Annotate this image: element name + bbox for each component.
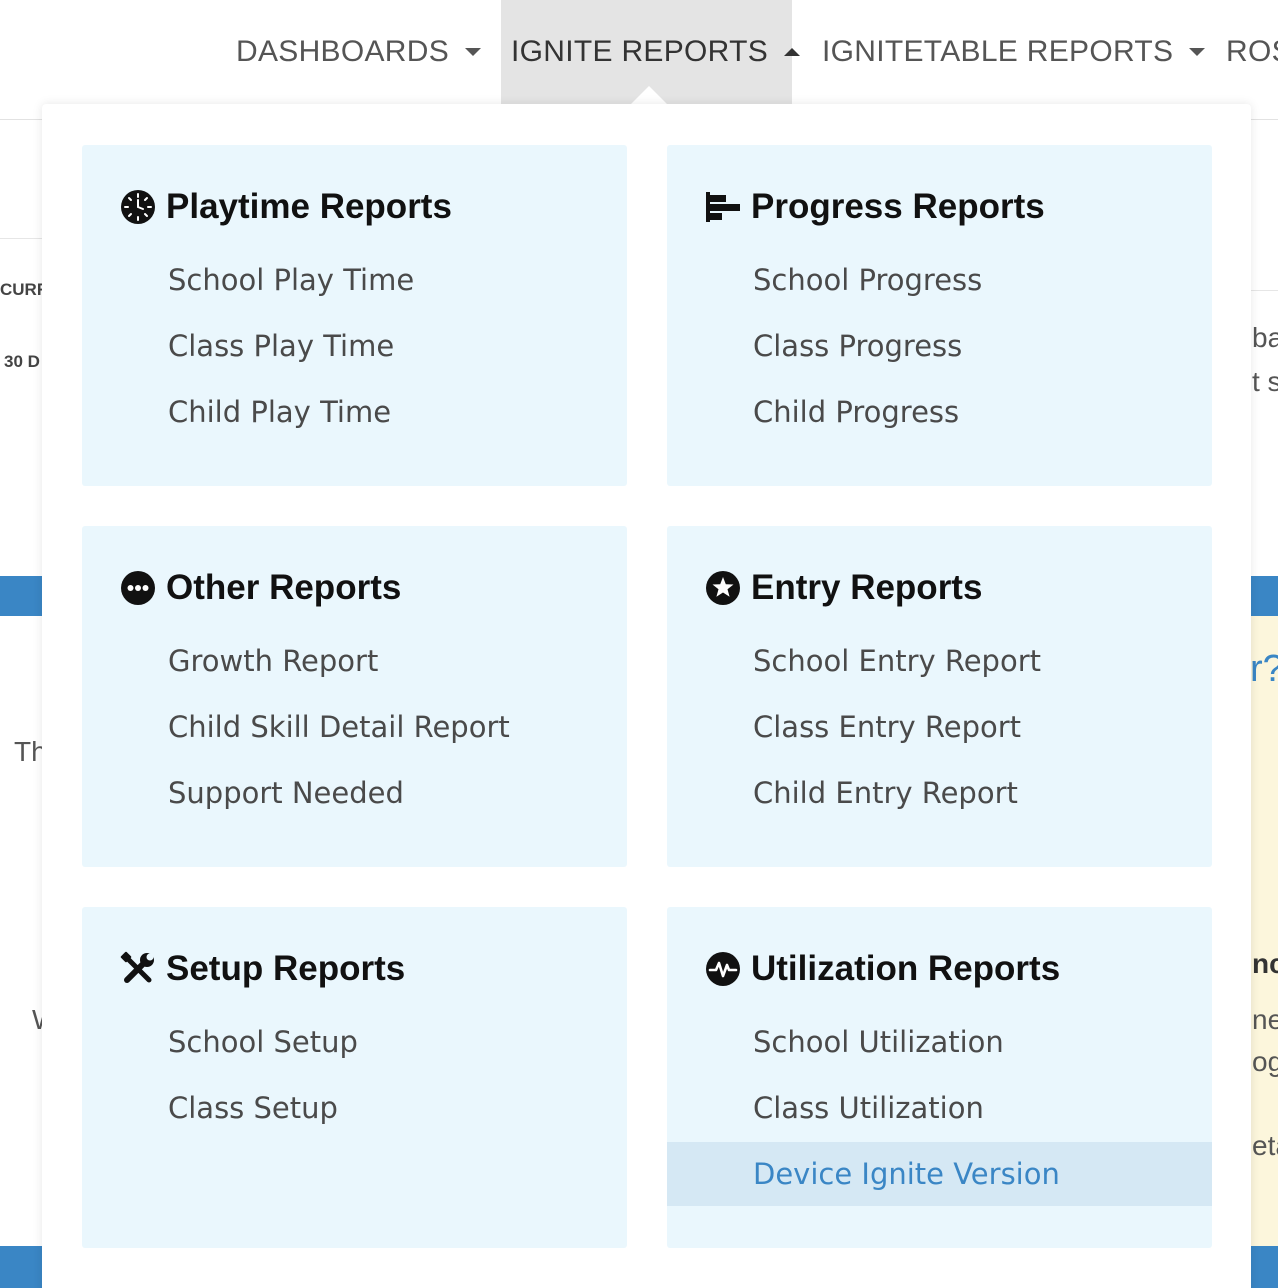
divider [1251, 290, 1278, 291]
panel-setup-reports: Setup Reports School Setup Class Setup [82, 907, 627, 1248]
link-school-entry-report[interactable]: School Entry Report [667, 629, 1212, 693]
bg-text-fragment: nc [1252, 948, 1278, 980]
link-device-ignite-version[interactable]: Device Ignite Version [667, 1142, 1212, 1206]
panel-title: Entry Reports [705, 564, 982, 612]
link-school-play-time[interactable]: School Play Time [82, 248, 627, 312]
bg-text-fragment: og [1252, 1046, 1278, 1078]
star-circle-icon [705, 570, 741, 606]
panel-title: Setup Reports [120, 945, 405, 993]
bg-column-label: 30 D [4, 352, 40, 372]
caret-down-icon [465, 48, 481, 56]
nav-ignite-reports-label: IGNITE REPORTS [511, 35, 768, 69]
ignite-reports-dropdown: Playtime Reports School Play Time Class … [42, 104, 1251, 1288]
bg-text-fragment: ne [1252, 1004, 1278, 1036]
link-class-entry-report[interactable]: Class Entry Report [667, 695, 1212, 759]
caret-down-icon [1189, 48, 1205, 56]
link-school-progress[interactable]: School Progress [667, 248, 1212, 312]
tools-icon [120, 951, 156, 987]
nav-dashboards[interactable]: DASHBOARDS [236, 0, 481, 104]
panel-progress-reports: Progress Reports School Progress Class P… [667, 145, 1212, 486]
nav-rosters-label: ROS [1226, 35, 1278, 69]
link-growth-report[interactable]: Growth Report [82, 629, 627, 693]
panel-title: Other Reports [120, 564, 401, 612]
panel-other-reports: Other Reports Growth Report Child Skill … [82, 526, 627, 867]
panel-title: Progress Reports [705, 183, 1045, 231]
dropdown-pointer [631, 86, 667, 104]
panel-title-label: Entry Reports [751, 568, 982, 608]
link-support-needed[interactable]: Support Needed [82, 761, 627, 825]
nav-rosters[interactable]: ROS [1226, 0, 1278, 104]
link-class-progress[interactable]: Class Progress [667, 314, 1212, 378]
blue-banner [0, 1246, 42, 1288]
link-child-entry-report[interactable]: Child Entry Report [667, 761, 1212, 825]
clock-icon [120, 189, 156, 225]
bg-text-fragment: ba [1252, 322, 1278, 354]
divider [0, 238, 42, 239]
panel-title: Utilization Reports [705, 945, 1060, 993]
link-child-progress[interactable]: Child Progress [667, 380, 1212, 444]
nav-dashboards-label: DASHBOARDS [236, 35, 449, 69]
link-class-setup[interactable]: Class Setup [82, 1076, 627, 1140]
panel-title-label: Progress Reports [751, 187, 1045, 227]
link-child-play-time[interactable]: Child Play Time [82, 380, 627, 444]
blue-banner [0, 576, 42, 616]
link-class-play-time[interactable]: Class Play Time [82, 314, 627, 378]
bg-text-fragment: t s [1252, 366, 1278, 398]
panel-utilization-reports: Utilization Reports School Utilization C… [667, 907, 1212, 1248]
ellipsis-circle-icon [120, 570, 156, 606]
panel-title-label: Playtime Reports [166, 187, 452, 227]
panel-title: Playtime Reports [120, 183, 452, 231]
nav-ignitetable-reports[interactable]: IGNITETABLE REPORTS [822, 0, 1205, 104]
blue-banner [1251, 576, 1278, 616]
link-child-skill-detail-report[interactable]: Child Skill Detail Report [82, 695, 627, 759]
blue-banner [1251, 1246, 1278, 1288]
panel-entry-reports: Entry Reports School Entry Report Class … [667, 526, 1212, 867]
panel-title-label: Setup Reports [166, 949, 405, 989]
link-class-utilization[interactable]: Class Utilization [667, 1076, 1212, 1140]
panel-playtime-reports: Playtime Reports School Play Time Class … [82, 145, 627, 486]
heartbeat-circle-icon [705, 951, 741, 987]
panel-title-label: Other Reports [166, 568, 401, 608]
nav-ignitetable-reports-label: IGNITETABLE REPORTS [822, 35, 1173, 69]
link-school-setup[interactable]: School Setup [82, 1010, 627, 1074]
caret-up-icon [784, 48, 800, 56]
link-school-utilization[interactable]: School Utilization [667, 1010, 1212, 1074]
bg-text-fragment: eta [1252, 1130, 1278, 1162]
panel-title-label: Utilization Reports [751, 949, 1060, 989]
bar-chart-icon [705, 189, 741, 225]
bg-question: r? [1250, 648, 1278, 691]
